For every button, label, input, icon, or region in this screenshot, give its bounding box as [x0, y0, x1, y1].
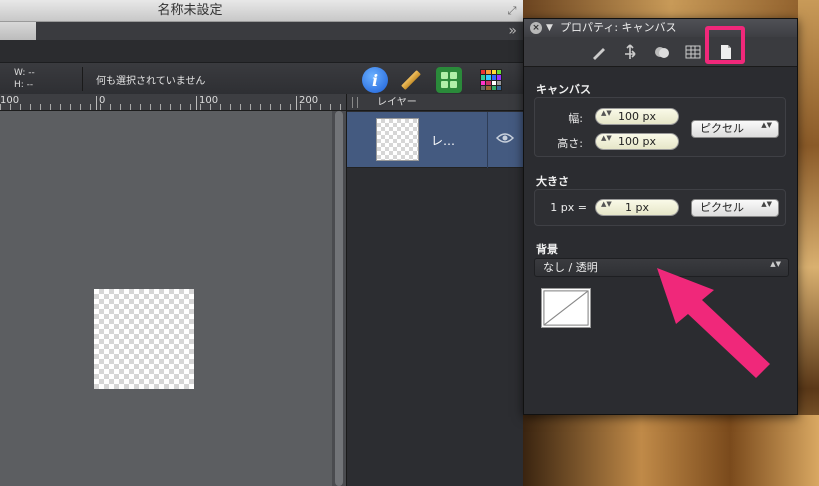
properties-title: プロパティ: キャンバス: [560, 21, 677, 34]
desktop-wallpaper-top: [523, 0, 819, 18]
properties-panel: × ▼ プロパティ: キャンバス キャンバス 幅: ▲▼ 100 px 高さ:: [523, 18, 798, 415]
ruler-major-tick: [96, 96, 97, 110]
ruler-icon[interactable]: [398, 67, 424, 93]
size-section-title: 大きさ: [536, 175, 569, 188]
divider: [487, 112, 488, 168]
layer-row[interactable]: レ…: [347, 112, 524, 168]
layer-thumbnail[interactable]: [376, 118, 419, 161]
grid-table-icon[interactable]: [684, 43, 702, 61]
width-value[interactable]: 100 px: [618, 110, 656, 123]
canvas-section-title: キャンバス: [536, 83, 591, 96]
selection-status: 何も選択されていません: [96, 76, 206, 87]
properties-toolbar: [524, 37, 797, 67]
panel-grip-icon[interactable]: [352, 97, 358, 108]
layers-panel: レイヤー レ…: [346, 94, 524, 486]
fullscreen-icon[interactable]: ⤢: [505, 4, 519, 18]
background-section-title: 背景: [536, 243, 558, 256]
layers-title: レイヤー: [377, 97, 417, 108]
info-icon[interactable]: i: [362, 67, 388, 93]
canvas-unit-value[interactable]: ピクセル: [700, 122, 744, 135]
size-settings-group: 1 px = ▲▼ 1 px ピクセル ▲▼: [534, 189, 786, 226]
color-palette-icon[interactable]: [478, 67, 504, 93]
scale-field[interactable]: ▲▼ 1 px: [595, 199, 679, 216]
dropdown-arrows-icon: ▲▼: [761, 121, 772, 129]
layout-grid-icon[interactable]: [436, 67, 462, 93]
properties-titlebar[interactable]: × ▼ プロパティ: キャンバス: [524, 19, 797, 37]
scale-unit-dropdown[interactable]: ピクセル ▲▼: [691, 199, 779, 217]
layer-name[interactable]: レ…: [431, 132, 455, 149]
desktop-wallpaper-bottom: [523, 415, 819, 486]
height-field[interactable]: ▲▼ 100 px: [595, 133, 679, 150]
scrollbar-thumb[interactable]: [335, 111, 343, 486]
canvas-unit-dropdown[interactable]: ピクセル ▲▼: [691, 120, 779, 138]
background-dropdown[interactable]: なし / 透明 ▲▼: [534, 258, 789, 277]
scale-unit-value[interactable]: ピクセル: [700, 201, 744, 214]
tab-bar-fill: »: [36, 22, 523, 40]
ruler-label: 100: [199, 95, 219, 106]
annotation-highlight-box: [705, 26, 745, 64]
dropdown-arrows-icon: ▲▼: [761, 200, 772, 208]
layers-header: レイヤー: [347, 94, 523, 111]
dropdown-arrows-icon: ▲▼: [770, 260, 781, 268]
divider: [82, 67, 83, 91]
scale-value[interactable]: 1 px: [625, 201, 649, 214]
window-titlebar[interactable]: 名称未設定 ⤢: [0, 0, 523, 22]
tab-bar: »: [0, 22, 523, 62]
info-bar: W: -- H: -- 何も選択されていません i: [0, 62, 523, 94]
transparent-canvas[interactable]: [94, 289, 194, 389]
ruler-ticks: [0, 104, 346, 110]
background-color-swatch[interactable]: [541, 288, 591, 328]
document-tab[interactable]: [0, 22, 36, 40]
scale-label: 1 px =: [550, 201, 587, 214]
dimension-readout: W: -- H: --: [14, 67, 35, 91]
width-readout: W: --: [14, 68, 35, 78]
background-value[interactable]: なし / 透明: [543, 261, 598, 274]
eye-icon[interactable]: [496, 132, 514, 144]
height-value[interactable]: 100 px: [618, 135, 656, 148]
ruler-label: 200: [299, 95, 319, 106]
desktop-wallpaper-right: [798, 0, 819, 486]
ruler-major-tick: [296, 96, 297, 110]
height-readout: H: --: [14, 80, 34, 90]
ruler-label: 100: [0, 95, 20, 106]
document-window: 名称未設定 ⤢ » W: -- H: -- 何も選択されていません i 100 …: [0, 0, 524, 486]
vertical-scrollbar[interactable]: [332, 111, 346, 486]
ruler-label: 0: [99, 95, 106, 106]
width-label: 幅:: [568, 112, 583, 125]
close-icon[interactable]: ×: [530, 22, 542, 34]
height-label: 高さ:: [557, 137, 583, 150]
disclosure-triangle-icon[interactable]: ▼: [546, 19, 553, 37]
stepper-icon[interactable]: ▲▼: [601, 110, 612, 117]
ruler-major-tick: [196, 96, 197, 110]
window-title: 名称未設定: [157, 3, 223, 18]
width-field[interactable]: ▲▼ 100 px: [595, 108, 679, 125]
overflow-chevron-icon[interactable]: »: [508, 23, 517, 39]
canvas-settings-group: 幅: ▲▼ 100 px 高さ: ▲▼ 100 px ピクセル ▲▼: [534, 97, 786, 157]
shapes-icon[interactable]: [653, 43, 671, 61]
pen-icon[interactable]: [590, 43, 608, 61]
move-arrows-icon[interactable]: [621, 43, 639, 61]
stepper-icon[interactable]: ▲▼: [601, 135, 612, 142]
horizontal-ruler[interactable]: 100 0 100 200: [0, 94, 346, 111]
stepper-icon[interactable]: ▲▼: [601, 201, 612, 208]
